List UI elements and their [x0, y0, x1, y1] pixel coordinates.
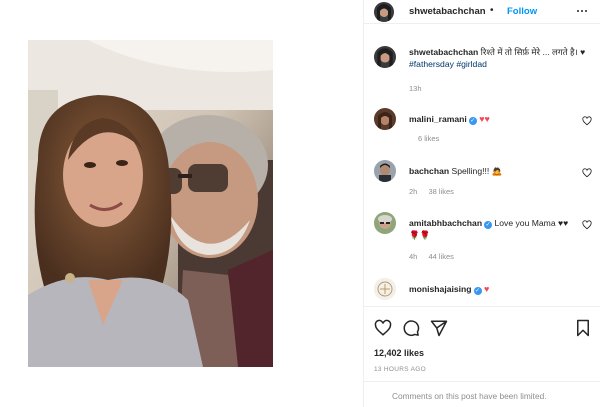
hashtag-girldad[interactable]: #girldad [456, 59, 487, 69]
comment-time: 2h [409, 187, 418, 196]
post-header: shwetabachchan • Follow [364, 0, 600, 24]
comments-limited-notice: Comments on this post have been limited. [364, 381, 600, 407]
commenter-avatar[interactable] [374, 212, 396, 234]
likes-count[interactable]: 12,402 likes [374, 348, 424, 358]
caption-username[interactable]: shwetabachchan [409, 47, 478, 57]
comment-text: amitabhbachchan ✓ Love you Mama ♥♥🌹🌹 [409, 217, 569, 241]
post-photo[interactable] [28, 40, 273, 367]
commenter-avatar[interactable] [374, 278, 396, 300]
verified-badge-icon: ✓ [473, 287, 482, 295]
caption-timestamp: 13h [409, 84, 422, 93]
caption-avatar[interactable] [374, 46, 396, 68]
comment-like-heart-icon[interactable] [582, 220, 592, 230]
comment-text: monishajaising ✓ ♥ [409, 283, 569, 295]
comment-likes[interactable]: 6 likes [418, 134, 439, 143]
comment-item: malini_ramani ✓ ♥♥ 6 likes [364, 108, 600, 148]
caption-body: रिश्ते में तो सिर्फ़ मेरे ... लगते है। ♥ [480, 47, 586, 57]
comment-text: bachchan Spelling!!! 🙇 [409, 165, 569, 177]
comment-username[interactable]: malini_ramani [409, 114, 467, 124]
commenter-avatar[interactable] [374, 108, 396, 130]
comment-like-heart-icon[interactable] [582, 168, 592, 178]
comment-username[interactable]: bachchan [409, 166, 449, 176]
comment-item: amitabhbachchan ✓ Love you Mama ♥♥🌹🌹 4h 4… [364, 212, 600, 261]
comment-like-heart-icon[interactable] [582, 116, 592, 126]
post-details-pane: shwetabachchan • Follow shwetabachchan र… [364, 0, 600, 407]
commenter-avatar[interactable] [374, 160, 396, 182]
header-separator: • [490, 5, 494, 16]
comment-body: ♥♥ [479, 114, 490, 124]
post-media-pane [0, 0, 364, 407]
caption-text: shwetabachchan रिश्ते में तो सिर्फ़ मेरे… [409, 46, 589, 70]
comment-item: bachchan Spelling!!! 🙇 2h 38 likes [364, 160, 600, 200]
comment-username[interactable]: monishajaising [409, 284, 472, 294]
verified-badge-icon: ✓ [484, 221, 493, 229]
comment-body: ♥ [483, 284, 490, 294]
comment-meta: 2h 38 likes [409, 187, 463, 196]
comment-likes[interactable]: 44 likes [428, 252, 453, 261]
selfie-image [28, 40, 273, 367]
comments-limited-text: Comments on this post have been limited. [392, 391, 547, 401]
author-avatar[interactable] [374, 2, 394, 22]
comment-time: 4h [409, 252, 418, 261]
post-timestamp: 13 HOURS AGO [374, 366, 427, 373]
comment-bubble-icon[interactable] [402, 319, 420, 337]
author-username[interactable]: shwetabachchan [409, 6, 486, 17]
comment-likes[interactable]: 38 likes [428, 187, 453, 196]
comment-meta: 4h 44 likes [409, 252, 463, 261]
comment-item: monishajaising ✓ ♥ [364, 278, 600, 304]
comment-body: Spelling!!! 🙇 [451, 166, 503, 176]
follow-button[interactable]: Follow [507, 6, 537, 17]
comment-text: malini_ramani ✓ ♥♥ [409, 113, 569, 125]
comment-meta: 6 likes [409, 134, 448, 143]
hashtag-fathersday[interactable]: #fathersday [409, 59, 454, 69]
paper-plane-icon[interactable] [430, 319, 448, 337]
heart-outline-icon[interactable] [374, 319, 392, 337]
comment-username[interactable]: amitabhbachchan [409, 218, 482, 228]
verified-badge-icon: ✓ [468, 117, 477, 125]
more-horizontal-icon[interactable] [575, 4, 589, 18]
bookmark-icon[interactable] [574, 319, 592, 337]
post-actions-bar [364, 306, 600, 346]
